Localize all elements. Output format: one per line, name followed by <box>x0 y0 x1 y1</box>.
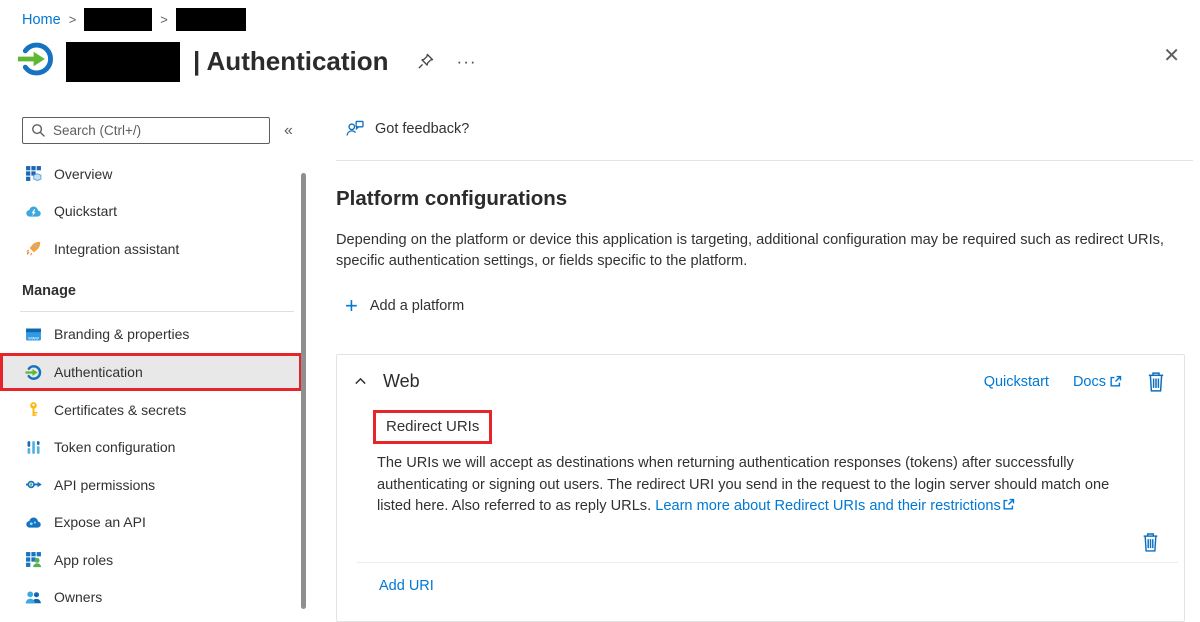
sidebar-item-label: Branding & properties <box>54 326 189 342</box>
overview-icon <box>25 165 42 182</box>
redirect-uris-description: The URIs we will accept as destinations … <box>377 453 1137 518</box>
sidebar-item-overview[interactable]: Overview <box>0 155 302 193</box>
breadcrumb-separator: > <box>160 12 168 27</box>
app-roles-icon <box>25 551 42 568</box>
plus-icon: + <box>345 295 358 317</box>
sidebar-scrollbar[interactable] <box>301 173 306 609</box>
sidebar-item-label: Quickstart <box>54 203 117 219</box>
collapse-sidebar-button[interactable]: « <box>284 122 293 140</box>
main-content: Got feedback? Platform configurations De… <box>336 112 1193 622</box>
branding-icon: www <box>25 326 42 343</box>
sidebar-item-label: Token configuration <box>54 439 175 455</box>
sidebar-item-expose-an-api[interactable]: Expose an API <box>0 504 302 542</box>
sidebar-item-label: Authentication <box>54 364 143 380</box>
platform-configurations-heading: Platform configurations <box>336 187 1193 211</box>
sidebar-item-app-roles[interactable]: App roles <box>0 541 302 579</box>
pin-icon[interactable] <box>416 52 435 71</box>
sidebar-item-label: App roles <box>54 552 113 568</box>
expose-api-icon <box>25 514 42 531</box>
token-configuration-icon <box>25 439 42 456</box>
breadcrumb-home-link[interactable]: Home <box>22 12 61 28</box>
sidebar-item-authentication[interactable]: Authentication <box>0 353 302 391</box>
delete-uri-button[interactable] <box>1141 531 1160 553</box>
sidebar-item-certificates-secrets[interactable]: Certificates & secrets <box>0 391 302 429</box>
docs-link[interactable]: Docs <box>1073 374 1122 390</box>
page-title: | Authentication <box>193 46 389 77</box>
sidebar-section-manage: Manage <box>0 283 310 303</box>
authentication-icon <box>25 364 42 381</box>
sidebar-divider <box>20 311 294 312</box>
sidebar-item-label: Overview <box>54 166 112 182</box>
quickstart-link[interactable]: Quickstart <box>984 374 1049 390</box>
sidebar-item-branding-properties[interactable]: www Branding & properties <box>0 316 302 354</box>
external-link-icon <box>1002 498 1015 511</box>
sidebar: « Overview <box>0 112 310 616</box>
add-uri-link[interactable]: Add URI <box>379 578 434 594</box>
search-input[interactable] <box>53 123 261 138</box>
search-icon <box>31 123 46 138</box>
more-options-button[interactable]: ··· <box>457 52 477 72</box>
add-a-platform-button[interactable]: + Add a platform <box>345 295 464 317</box>
uri-row-divider <box>357 562 1178 563</box>
integration-assistant-icon <box>25 240 42 257</box>
redaction-box <box>176 8 246 31</box>
sidebar-item-label: Expose an API <box>54 514 146 530</box>
certificates-icon <box>25 401 42 418</box>
web-card-title: Web <box>383 371 420 392</box>
got-feedback-label: Got feedback? <box>375 121 469 137</box>
page-header: | Authentication ··· <box>17 40 477 83</box>
platform-configurations-description: Depending on the platform or device this… <box>336 230 1164 272</box>
trash-icon <box>1141 531 1160 553</box>
feedback-icon <box>345 119 365 138</box>
close-icon[interactable]: ✕ <box>1163 46 1180 66</box>
redaction-box <box>66 42 180 82</box>
sidebar-search <box>22 117 270 144</box>
trash-icon <box>1146 370 1166 393</box>
breadcrumb: Home > > <box>22 8 246 31</box>
got-feedback-button[interactable]: Got feedback? <box>345 119 469 138</box>
svg-text:www: www <box>28 336 39 341</box>
app-authentication-icon <box>17 40 55 83</box>
sidebar-item-label: Owners <box>54 589 102 605</box>
owners-icon <box>25 589 42 606</box>
sidebar-item-quickstart[interactable]: Quickstart <box>0 193 302 231</box>
chevron-up-icon[interactable] <box>353 374 368 389</box>
sidebar-item-owners[interactable]: Owners <box>0 579 302 617</box>
sidebar-item-label: Integration assistant <box>54 241 179 257</box>
sidebar-item-integration-assistant[interactable]: Integration assistant <box>0 230 302 268</box>
quickstart-icon <box>25 203 42 220</box>
sidebar-item-token-configuration[interactable]: Token configuration <box>0 429 302 467</box>
api-permissions-icon <box>25 476 42 493</box>
external-link-icon <box>1109 375 1122 388</box>
add-a-platform-label: Add a platform <box>370 298 464 314</box>
learn-more-link[interactable]: Learn more about Redirect URIs and their… <box>655 498 1001 514</box>
web-platform-card: Web Quickstart Docs <box>336 354 1185 622</box>
redaction-box <box>84 8 152 31</box>
docs-link-label: Docs <box>1073 374 1106 390</box>
sidebar-item-label: Certificates & secrets <box>54 402 186 418</box>
redirect-uri-row <box>337 518 1184 562</box>
delete-web-platform-button[interactable] <box>1146 370 1166 393</box>
sidebar-item-api-permissions[interactable]: API permissions <box>0 466 302 504</box>
redirect-uris-heading: Redirect URIs <box>373 410 492 444</box>
sidebar-item-label: API permissions <box>54 477 155 493</box>
breadcrumb-separator: > <box>69 12 77 27</box>
